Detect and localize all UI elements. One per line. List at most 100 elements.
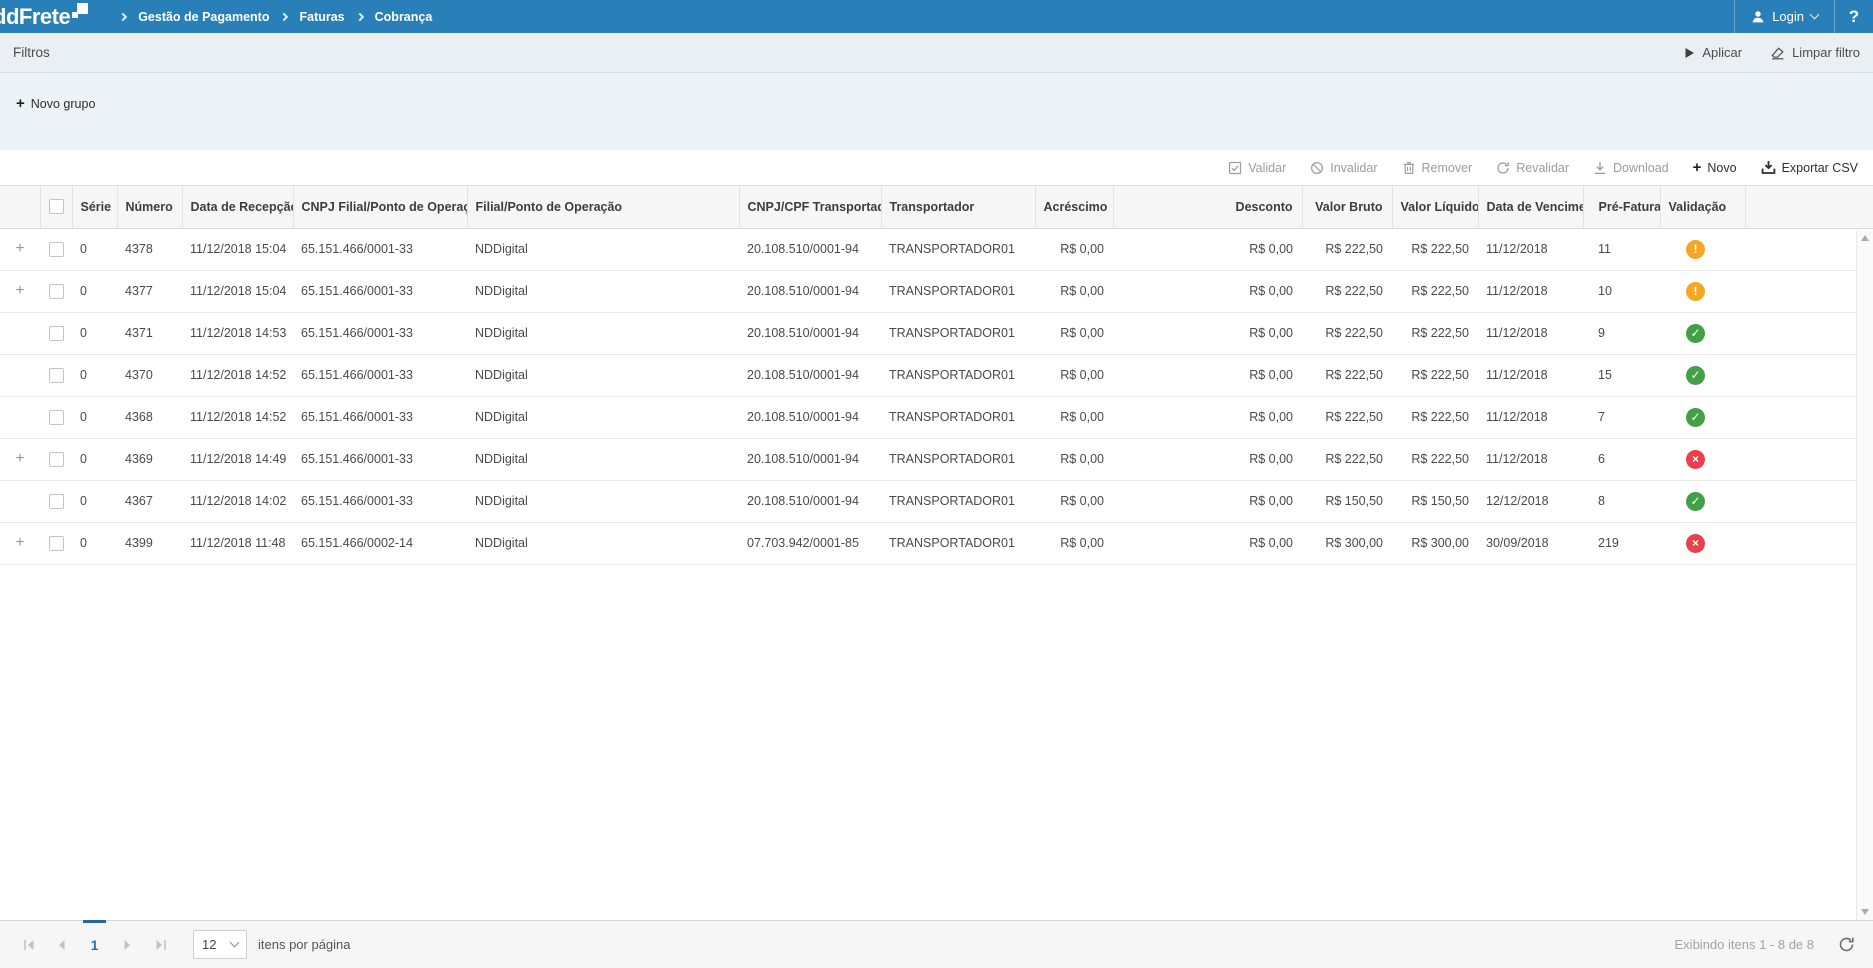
cell-filler	[1745, 396, 1856, 438]
invalidate-button[interactable]: Invalidar	[1310, 161, 1377, 175]
validation-status-icon[interactable]: !	[1686, 282, 1705, 301]
grid-empty-area	[0, 565, 1873, 921]
validation-status-icon[interactable]: ✓	[1686, 324, 1705, 343]
new-group-button[interactable]: + Novo grupo	[16, 97, 95, 111]
cell-filler	[1745, 522, 1856, 564]
expand-cell	[0, 480, 40, 522]
expand-row-button[interactable]: +	[15, 284, 24, 298]
expand-row-button[interactable]: +	[15, 452, 24, 466]
header-transportador[interactable]: Transportador	[881, 186, 1035, 228]
cell-data-vencimento: 30/09/2018	[1478, 522, 1583, 564]
cell-transportador: TRANSPORTADOR01	[881, 522, 1035, 564]
vertical-scrollbar[interactable]	[1856, 230, 1873, 920]
header-filial[interactable]: Filial/Ponto de Operação	[467, 186, 739, 228]
row-checkbox[interactable]	[49, 368, 64, 383]
refresh-grid-button[interactable]	[1838, 936, 1855, 953]
cell-valor-liquido: R$ 222,50	[1392, 396, 1478, 438]
cell-cnpj-filial: 65.151.466/0001-33	[293, 270, 467, 312]
revalidate-label: Revalidar	[1516, 161, 1569, 175]
header-numero[interactable]: Número	[117, 186, 182, 228]
select-all-checkbox[interactable]	[49, 199, 64, 214]
clear-filter-label: Limpar filtro	[1792, 45, 1860, 60]
row-checkbox[interactable]	[49, 326, 64, 341]
row-checkbox[interactable]	[49, 410, 64, 425]
expand-row-button[interactable]: +	[15, 242, 24, 256]
expand-row-button[interactable]: +	[15, 536, 24, 550]
help-button[interactable]: ?	[1835, 0, 1873, 33]
header-data-vencimento[interactable]: Data de Vencimento	[1478, 186, 1583, 228]
validation-status-icon[interactable]: ×	[1686, 534, 1705, 553]
scroll-down-icon[interactable]	[1861, 909, 1869, 915]
table-row: + 0 4399 11/12/2018 11:48 65.151.466/000…	[0, 522, 1856, 564]
apply-filter-button[interactable]: Aplicar	[1684, 45, 1742, 60]
download-button[interactable]: Download	[1593, 161, 1669, 175]
validation-status-icon[interactable]: ✓	[1686, 408, 1705, 427]
items-per-page-label: itens por página	[258, 937, 351, 952]
header-acrescimo[interactable]: Acréscimo	[1035, 186, 1113, 228]
checkbox-cell	[40, 480, 72, 522]
cell-validacao: ×	[1660, 522, 1745, 564]
header-desconto[interactable]: Desconto	[1113, 186, 1302, 228]
row-checkbox[interactable]	[49, 284, 64, 299]
cell-acrescimo: R$ 0,00	[1035, 480, 1113, 522]
cell-cnpj-cpf-transportador: 20.108.510/0001-94	[739, 228, 881, 270]
expand-cell	[0, 354, 40, 396]
cell-filial: NDDigital	[467, 270, 739, 312]
validation-status-icon[interactable]: ✓	[1686, 492, 1705, 511]
cell-validacao: !	[1660, 228, 1745, 270]
breadcrumb-item-faturas[interactable]: Faturas	[299, 10, 344, 24]
validation-status-icon[interactable]: ✓	[1686, 366, 1705, 385]
app-logo[interactable]: ddFrete	[0, 2, 88, 32]
login-menu[interactable]: Login	[1734, 0, 1835, 33]
play-icon	[1684, 47, 1695, 59]
cell-valor-bruto: R$ 222,50	[1302, 228, 1392, 270]
page-size-value: 12	[202, 937, 216, 952]
cell-desconto: R$ 0,00	[1113, 270, 1302, 312]
header-cnpj-cpf-transportador[interactable]: CNPJ/CPF Transportador	[739, 186, 881, 228]
header-valor-bruto[interactable]: Valor Bruto	[1302, 186, 1392, 228]
scroll-up-icon[interactable]	[1861, 235, 1869, 241]
cell-validacao: !	[1660, 270, 1745, 312]
first-page-button[interactable]	[12, 921, 45, 968]
validation-status-icon[interactable]: !	[1686, 240, 1705, 259]
header-pre-fatura[interactable]: Pré-Fatura	[1583, 186, 1660, 228]
validation-status-icon[interactable]: ×	[1686, 450, 1705, 469]
row-checkbox[interactable]	[49, 452, 64, 467]
revalidate-button[interactable]: Revalidar	[1496, 161, 1569, 175]
export-csv-button[interactable]: Exportar CSV	[1761, 160, 1858, 175]
checkbox-cell	[40, 522, 72, 564]
row-checkbox[interactable]	[49, 242, 64, 257]
header-valor-liquido[interactable]: Valor Líquido	[1392, 186, 1478, 228]
header-serie[interactable]: Série	[72, 186, 117, 228]
cell-valor-bruto: R$ 222,50	[1302, 270, 1392, 312]
clear-filter-button[interactable]: Limpar filtro	[1770, 45, 1860, 60]
cell-cnpj-filial: 65.151.466/0001-33	[293, 480, 467, 522]
page-size-select[interactable]: 12	[193, 930, 247, 959]
breadcrumb-item-cobranca[interactable]: Cobrança	[375, 10, 433, 24]
header-filler	[1745, 186, 1856, 228]
cell-cnpj-filial: 65.151.466/0001-33	[293, 396, 467, 438]
new-button[interactable]: + Novo	[1693, 161, 1737, 175]
next-page-button[interactable]	[111, 921, 144, 968]
previous-page-button[interactable]	[45, 921, 78, 968]
filters-title: Filtros	[13, 45, 50, 60]
row-checkbox[interactable]	[49, 494, 64, 509]
cell-acrescimo: R$ 0,00	[1035, 312, 1113, 354]
row-checkbox[interactable]	[49, 536, 64, 551]
cell-cnpj-filial: 65.151.466/0001-33	[293, 228, 467, 270]
header-validacao[interactable]: Validação	[1660, 186, 1745, 228]
navbar: ddFrete Gestão de Pagamento Faturas Cobr…	[0, 0, 1873, 33]
cell-cnpj-cpf-transportador: 20.108.510/0001-94	[739, 480, 881, 522]
remove-button[interactable]: Remover	[1402, 161, 1473, 175]
page-number-current[interactable]: 1	[78, 921, 111, 968]
checkbox-cell	[40, 228, 72, 270]
validate-button[interactable]: Validar	[1228, 161, 1286, 175]
breadcrumb-item-gestao[interactable]: Gestão de Pagamento	[138, 10, 269, 24]
header-data-recepcao[interactable]: Data de Recepção↓	[182, 186, 293, 228]
last-page-button[interactable]	[144, 921, 177, 968]
next-page-icon	[123, 939, 132, 951]
cell-filial: NDDigital	[467, 480, 739, 522]
cell-acrescimo: R$ 0,00	[1035, 270, 1113, 312]
plus-icon: +	[1693, 162, 1702, 174]
header-cnpj-filial[interactable]: CNPJ Filial/Ponto de Operação	[293, 186, 467, 228]
